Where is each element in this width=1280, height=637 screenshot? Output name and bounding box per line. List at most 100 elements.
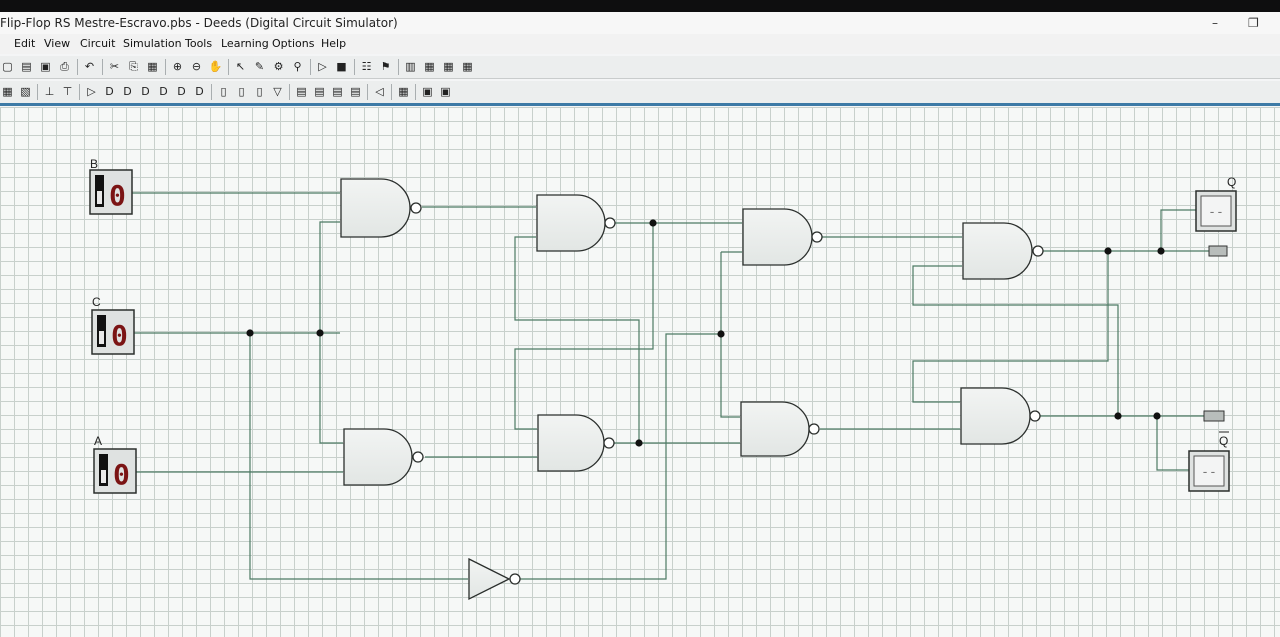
new-icon[interactable]: ▢ bbox=[0, 59, 15, 74]
wire-pen-icon[interactable]: ✎ bbox=[252, 59, 267, 74]
toolbar-separator bbox=[289, 84, 290, 100]
nand-gate-7[interactable] bbox=[962, 222, 1044, 280]
register-icon[interactable]: ▤ bbox=[294, 84, 309, 99]
menu-bar: Edit View Circuit Simulation Tools Learn… bbox=[0, 34, 1280, 54]
nand-gate-icon[interactable]: D bbox=[120, 84, 135, 99]
wires bbox=[131, 192, 1212, 580]
toolbar-separator bbox=[79, 84, 80, 100]
menu-options[interactable]: Options bbox=[272, 34, 314, 54]
jk-flipflop-icon[interactable]: ▯ bbox=[234, 84, 249, 99]
chip-2-icon[interactable]: ▦ bbox=[441, 59, 456, 74]
undo-icon[interactable]: ↶ bbox=[82, 59, 97, 74]
input-switch-c[interactable]: C 0 bbox=[91, 295, 135, 355]
toolbar-separator bbox=[211, 84, 212, 100]
toolbar-separator bbox=[310, 59, 311, 75]
toolbar-separator bbox=[77, 59, 78, 75]
cut-icon[interactable]: ✂ bbox=[107, 59, 122, 74]
paste-icon[interactable]: ▦ bbox=[145, 59, 160, 74]
toolbar-separator bbox=[391, 84, 392, 100]
title-bar: Flip-Flop RS Mestre-Escravo.pbs - Deeds … bbox=[0, 12, 1280, 34]
input-value-a: 0 bbox=[113, 458, 130, 491]
timing-diagram-icon[interactable]: ☷ bbox=[359, 59, 374, 74]
input-switch-b[interactable]: B 0 bbox=[89, 157, 133, 215]
zoom-in-icon[interactable]: ⊕ bbox=[170, 59, 185, 74]
input-label-b: B bbox=[90, 157, 98, 171]
window-title: Flip-Flop RS Mestre-Escravo.pbs - Deeds … bbox=[0, 16, 398, 30]
hex-display-icon[interactable]: ▣ bbox=[420, 84, 435, 99]
output-q: Q -- bbox=[1195, 175, 1237, 257]
run-simulation-icon[interactable]: ▷ bbox=[315, 59, 330, 74]
input-value-b: 0 bbox=[109, 179, 126, 212]
menu-circuit[interactable]: Circuit bbox=[80, 34, 115, 54]
counter-icon[interactable]: ▤ bbox=[312, 84, 327, 99]
memory-icon[interactable]: ▤ bbox=[330, 84, 345, 99]
toolbar-separator bbox=[228, 59, 229, 75]
restore-button[interactable]: ❐ bbox=[1248, 12, 1259, 34]
menu-tools[interactable]: Tools bbox=[185, 34, 212, 54]
main-toolbar: ▢ ▤ ▣ ⎙ ↶ ✂ ⎘ ▦ ⊕ ⊖ ✋ ↖ ✎ ⚙ ⚲ ▷ ■ ☷ ⚑ ▥ ▦ ▦ ▦ bbox=[0, 56, 1280, 79]
toolbar-separator bbox=[102, 59, 103, 75]
and-gate-icon[interactable]: D bbox=[102, 84, 117, 99]
input-switch-icon[interactable]: ▦ bbox=[0, 84, 15, 99]
buffer-gate-icon[interactable]: ▷ bbox=[84, 84, 99, 99]
not-gate-inverter[interactable] bbox=[468, 557, 521, 601]
test-icon[interactable]: ⚑ bbox=[378, 59, 393, 74]
board-icon[interactable]: ▥ bbox=[403, 59, 418, 74]
terminal-icon[interactable]: ▣ bbox=[438, 84, 453, 99]
print-icon[interactable]: ⎙ bbox=[57, 59, 72, 74]
nand-gate-8[interactable] bbox=[960, 387, 1041, 445]
t-flipflop-icon[interactable]: ▯ bbox=[252, 84, 267, 99]
keyboard-icon[interactable]: ▦ bbox=[396, 84, 411, 99]
input-label-a: A bbox=[94, 434, 102, 448]
menu-simulation[interactable]: Simulation bbox=[123, 34, 182, 54]
toolbar-separator bbox=[37, 84, 38, 100]
zoom-out-icon[interactable]: ⊖ bbox=[189, 59, 204, 74]
pan-hand-icon[interactable]: ✋ bbox=[208, 59, 223, 74]
output-led-q bbox=[1208, 245, 1228, 257]
ground-icon[interactable]: ⊥ bbox=[42, 84, 57, 99]
output-led-q-bar bbox=[1203, 410, 1225, 422]
toolbar-separator bbox=[354, 59, 355, 75]
vcc-icon[interactable]: ⊤ bbox=[60, 84, 75, 99]
minimize-button[interactable]: – bbox=[1212, 12, 1218, 34]
toolbar-separator bbox=[367, 84, 368, 100]
input-switch-a[interactable]: A 0 bbox=[93, 434, 137, 494]
chip-1-icon[interactable]: ▦ bbox=[422, 59, 437, 74]
menu-help[interactable]: Help bbox=[321, 34, 346, 54]
nand-gate-2[interactable] bbox=[343, 428, 424, 486]
d-flipflop-icon[interactable]: ▯ bbox=[216, 84, 231, 99]
save-icon[interactable]: ▣ bbox=[38, 59, 53, 74]
toolbar-separator bbox=[398, 59, 399, 75]
chip-3-icon[interactable]: ▦ bbox=[460, 59, 475, 74]
input-value-c: 0 bbox=[111, 319, 128, 352]
output-value-q: -- bbox=[1208, 205, 1224, 220]
copy-icon[interactable]: ⎘ bbox=[126, 59, 141, 74]
clock-icon[interactable]: ▧ bbox=[18, 84, 33, 99]
display-icon[interactable]: ▤ bbox=[348, 84, 363, 99]
menu-edit[interactable]: Edit bbox=[14, 34, 35, 54]
xnor-gate-icon[interactable]: D bbox=[192, 84, 207, 99]
nand-gate-6[interactable] bbox=[740, 401, 820, 457]
nand-gate-1[interactable] bbox=[340, 178, 422, 238]
probe-icon[interactable]: ⚲ bbox=[290, 59, 305, 74]
schematic-canvas[interactable]: B 0 C 0 A 0 Q -- Q -- bbox=[0, 107, 1280, 637]
nand-gate-5[interactable] bbox=[742, 208, 823, 266]
menu-learning[interactable]: Learning bbox=[221, 34, 269, 54]
led-output-icon[interactable]: ◁ bbox=[372, 84, 387, 99]
output-q-bar: Q -- bbox=[1188, 410, 1230, 492]
xor-gate-icon[interactable]: D bbox=[174, 84, 189, 99]
select-arrow-icon[interactable]: ↖ bbox=[233, 59, 248, 74]
nand-gate-3[interactable] bbox=[536, 194, 616, 252]
stop-simulation-icon[interactable]: ■ bbox=[334, 59, 349, 74]
component-icon[interactable]: ⚙ bbox=[271, 59, 286, 74]
output-label-q-bar: Q bbox=[1219, 434, 1228, 448]
output-label-q: Q bbox=[1227, 175, 1236, 189]
open-icon[interactable]: ▤ bbox=[19, 59, 34, 74]
or-gate-icon[interactable]: D bbox=[138, 84, 153, 99]
nand-gate-4[interactable] bbox=[537, 414, 615, 472]
input-label-c: C bbox=[92, 295, 101, 309]
components-toolbar: ▦ ▧ ⊥ ⊤ ▷ D D D D D D ▯ ▯ ▯ ▽ ▤ ▤ ▤ ▤ ◁ ▦ ▣ ▣ bbox=[0, 81, 1280, 106]
mux-icon[interactable]: ▽ bbox=[270, 84, 285, 99]
nor-gate-icon[interactable]: D bbox=[156, 84, 171, 99]
menu-view[interactable]: View bbox=[44, 34, 70, 54]
